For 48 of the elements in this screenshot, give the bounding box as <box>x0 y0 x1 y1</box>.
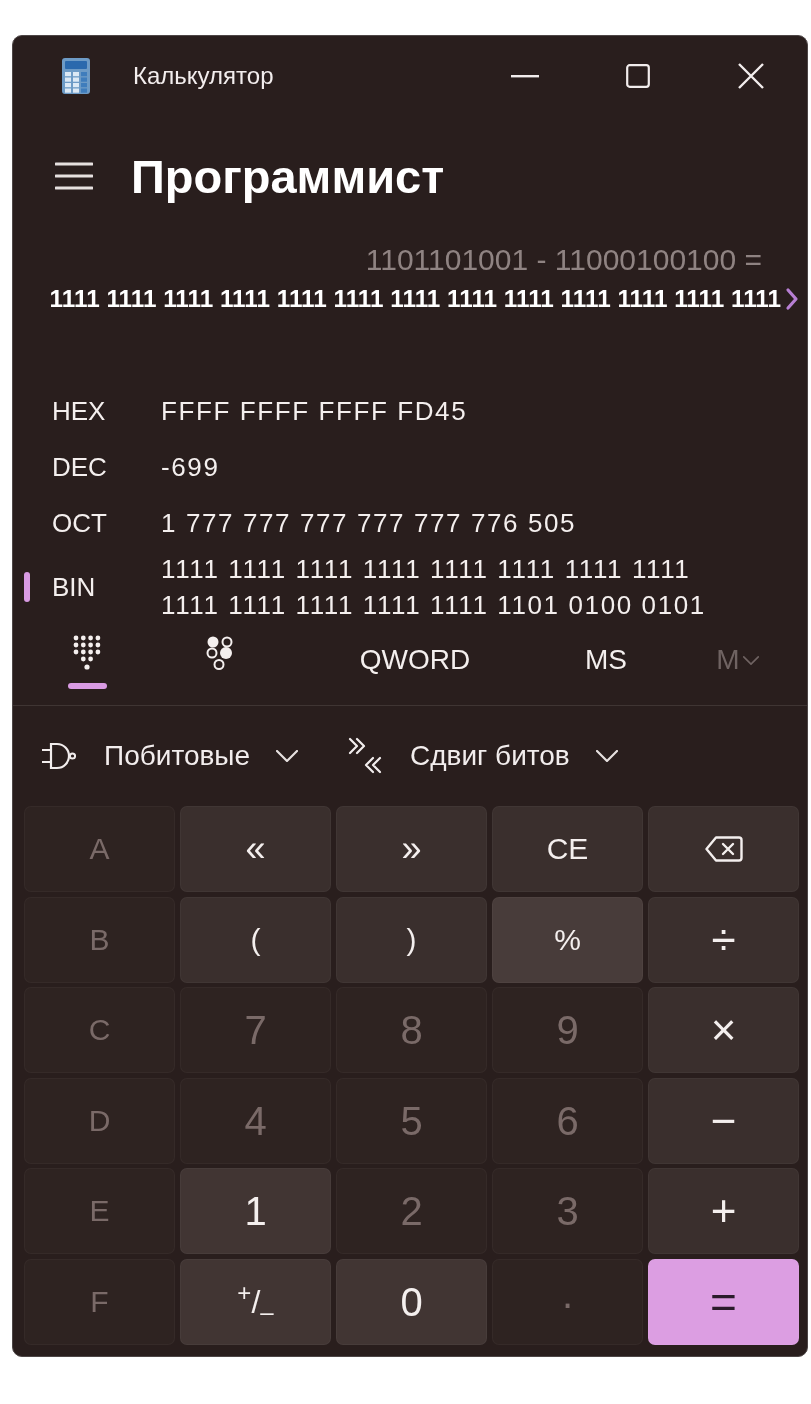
word-size-button[interactable]: QWORD <box>340 630 490 690</box>
digit-key[interactable]: 0 <box>336 1258 487 1345</box>
bit-shift-icon <box>348 737 383 775</box>
logic-gate-icon <box>42 741 76 771</box>
radix-value: 1 777 777 777 777 777 776 505 <box>161 507 578 540</box>
radix-value: 1111 1111 1111 1111 1111 1111 1111 1111 1111 1111 1111 1111 1111 1101 0100 0101 <box>161 553 707 622</box>
window-title: Калькулятор <box>133 62 274 90</box>
selection-indicator <box>67 683 107 689</box>
function-key[interactable]: CE <box>492 806 643 892</box>
minimize-icon <box>510 74 539 78</box>
radix-label[interactable]: BIN <box>52 571 161 603</box>
equals-key[interactable]: = <box>648 1258 799 1345</box>
operator-key[interactable]: × <box>648 987 799 1073</box>
radix-label[interactable]: HEX <box>52 395 161 427</box>
maximize-icon <box>625 64 650 88</box>
chevron-down-icon <box>595 750 618 762</box>
shift-key[interactable]: » <box>336 806 487 892</box>
digit-key[interactable]: 1 <box>180 1168 331 1254</box>
menu-button[interactable] <box>55 162 93 190</box>
shift-key[interactable]: « <box>180 806 331 892</box>
operator-key[interactable]: ÷ <box>648 896 799 983</box>
sign-toggle-key[interactable]: $^{+}$/$_{–}$ <box>180 1258 331 1345</box>
function-key[interactable]: % <box>492 896 643 983</box>
chevron-down-icon <box>276 750 299 762</box>
scroll-right-button[interactable] <box>784 286 800 311</box>
memory-store-button[interactable]: MS <box>560 630 652 690</box>
radix-label[interactable]: OCT <box>52 507 161 539</box>
radix-value: -699 <box>161 451 221 484</box>
radix-label[interactable]: DEC <box>52 451 161 483</box>
dial-pad-icon <box>73 635 101 671</box>
chevron-down-icon <box>742 655 759 665</box>
mode-title: Программист <box>131 148 445 204</box>
backspace-key[interactable] <box>648 806 799 892</box>
close-icon <box>737 63 764 89</box>
operator-key[interactable]: + <box>648 1168 799 1254</box>
function-key[interactable]: ) <box>336 896 487 983</box>
function-key[interactable]: ( <box>180 896 331 983</box>
radix-value: FFFF FFFF FFFF FD45 <box>161 395 469 428</box>
bit-toggle-icon <box>205 635 235 671</box>
menu-icon <box>55 162 93 190</box>
operator-key[interactable]: − <box>648 1077 799 1164</box>
result-value: 1111 1111 1111 1111 1111 1111 1111 1111 1111 1111 1111 1111 1111 <box>49 284 781 313</box>
backspace-icon <box>704 836 743 862</box>
bit-shift-dropdown[interactable]: Сдвиг битов <box>338 730 628 782</box>
chevron-right-icon <box>784 286 800 311</box>
expression-text: 1101101001 - 11000100100 = <box>365 242 762 277</box>
bitwise-dropdown[interactable]: Побитовые <box>32 730 309 782</box>
calculator-app-icon <box>62 58 90 94</box>
